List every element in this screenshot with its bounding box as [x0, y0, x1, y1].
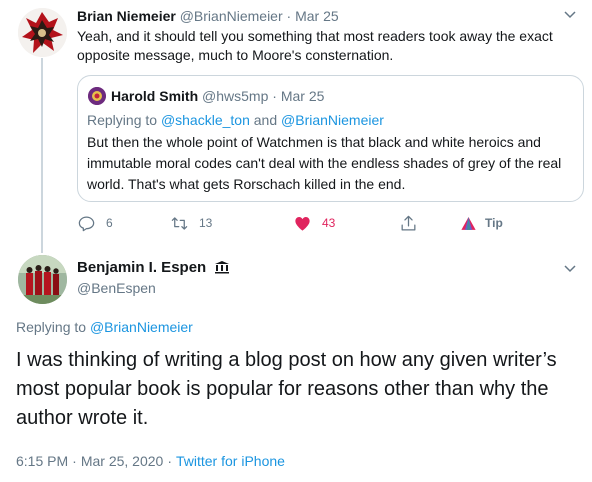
- tweet-time[interactable]: 6:15 PM: [16, 453, 68, 469]
- tip-label: Tip: [485, 216, 503, 230]
- chevron-down-icon[interactable]: [562, 260, 578, 276]
- tweet-text: I was thinking of writing a blog post on…: [16, 349, 557, 429]
- like-count: 43: [322, 216, 336, 230]
- thread-line: [41, 58, 43, 253]
- tweet-date[interactable]: Mar 25, 2020: [81, 453, 164, 469]
- tweet-brian-niemeier[interactable]: Brian Niemeier @BrianNiemeier · Mar 25 Y…: [0, 0, 592, 253]
- like-button[interactable]: 43: [293, 211, 335, 235]
- separator: ·: [272, 88, 277, 104]
- replying-and: and: [253, 112, 278, 128]
- heart-icon: [295, 216, 310, 231]
- mention-link[interactable]: @BrianNiemeier: [90, 319, 193, 335]
- tweet-header: Brian Niemeier @BrianNiemeier · Mar 25: [77, 6, 339, 26]
- retweet-icon: [171, 216, 188, 230]
- separator: ·: [286, 8, 292, 24]
- separator: ·: [72, 453, 77, 469]
- reply-count: 6: [106, 216, 113, 230]
- author-handle[interactable]: @BrianNiemeier: [180, 8, 283, 24]
- mention-link[interactable]: @shackle_ton: [161, 112, 250, 128]
- separator: ·: [167, 453, 172, 469]
- retweet-button[interactable]: 13: [170, 211, 212, 235]
- quote-header: Harold Smith @hws5mp · Mar 25: [111, 86, 324, 106]
- quote-text: But then the whole point of Watchmen is …: [87, 134, 562, 192]
- tweet-source[interactable]: Twitter for iPhone: [176, 453, 285, 469]
- share-icon: [401, 215, 416, 230]
- quote-replying-to: Replying to @shackle_ton and @BrianNieme…: [87, 110, 384, 130]
- author-name-text: Benjamin I. Espen: [77, 259, 207, 276]
- author-handle[interactable]: @BenEspen: [77, 278, 156, 298]
- mention-link[interactable]: @BrianNiemeier: [281, 112, 384, 128]
- avatar[interactable]: [18, 255, 67, 304]
- tweet-benjamin-espen: Benjamin I. Espen @BenEspen Replying to …: [0, 250, 592, 482]
- reply-icon: [78, 216, 95, 231]
- avatar[interactable]: [18, 8, 67, 57]
- chevron-down-icon[interactable]: [562, 6, 578, 22]
- tip-icon: [461, 216, 476, 230]
- author-name[interactable]: Brian Niemeier: [77, 8, 176, 24]
- replying-prefix: Replying to: [87, 112, 158, 128]
- replying-to: Replying to @BrianNiemeier: [16, 317, 193, 337]
- tweet-date[interactable]: Mar 25: [295, 8, 339, 24]
- tip-button[interactable]: Tip: [459, 211, 503, 235]
- retweet-count: 13: [199, 216, 213, 230]
- author-name[interactable]: Benjamin I. Espen: [77, 258, 230, 278]
- quote-author-handle: @hws5mp: [202, 88, 269, 104]
- column-badge-icon: [215, 261, 230, 274]
- tweet-text: Yeah, and it should tell you something t…: [77, 28, 553, 63]
- quoted-tweet[interactable]: Harold Smith @hws5mp · Mar 25 Replying t…: [77, 75, 584, 202]
- share-button[interactable]: [399, 211, 418, 235]
- replying-prefix: Replying to: [16, 319, 87, 335]
- quote-date: Mar 25: [280, 88, 325, 104]
- reply-button[interactable]: 6: [77, 211, 113, 235]
- quote-avatar: [88, 87, 106, 105]
- tweet-meta: 6:15 PM · Mar 25, 2020 · Twitter for iPhone: [16, 451, 285, 471]
- tweet-actions: 6 13 43 Tip: [77, 211, 537, 235]
- quote-author-name: Harold Smith: [111, 88, 199, 104]
